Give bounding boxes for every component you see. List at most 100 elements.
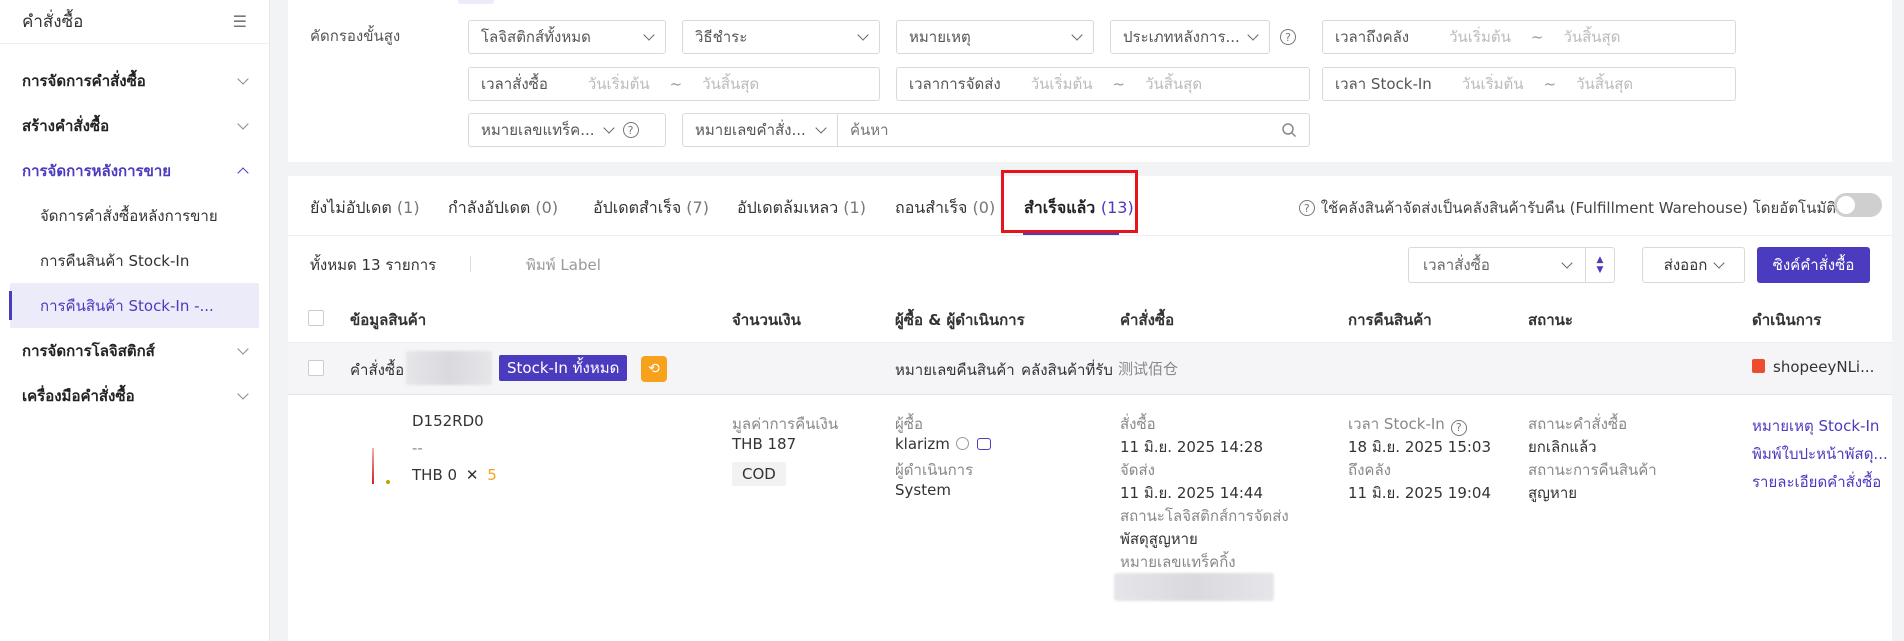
chevron-down-icon xyxy=(237,117,249,130)
order-number-redacted xyxy=(406,351,492,385)
col-product-info: ข้อมูลสินค้า xyxy=(350,311,427,329)
stockin-all-badge: Stock-In ทั้งหมด xyxy=(499,355,628,381)
product-sku: D152RD0 xyxy=(412,412,484,430)
chevron-down-icon xyxy=(1713,257,1725,269)
shopee-icon xyxy=(1752,359,1765,373)
product-price: THB 0 ✕ 5 xyxy=(412,466,497,484)
print-shipping-label-link[interactable]: พิมพ์ใบปะหน้าพัสดุ... xyxy=(1752,442,1888,466)
sort-field-select[interactable]: เวลาสั่งซื้อ xyxy=(1408,247,1586,283)
order-group-row: คำสั่งซื้อ Stock-In ทั้งหมด ⟲ หมายเลขคืน… xyxy=(288,343,1892,395)
chevron-down-icon xyxy=(602,122,615,134)
buyer-name: klarizm xyxy=(895,435,991,453)
after-sales-type-select[interactable]: ประเภทหลังการ... xyxy=(1110,20,1270,54)
return-icon[interactable]: ⟲ xyxy=(641,356,667,382)
collapse-menu-icon[interactable]: ☰ xyxy=(233,12,247,31)
sidebar-header: คำสั่งซื้อ ☰ xyxy=(0,0,269,44)
sort-down-icon: ▼ xyxy=(1596,265,1604,275)
product-image xyxy=(370,448,390,484)
receiving-warehouse-label: คลังสินค้าที่รับ xyxy=(1021,361,1113,379)
results-panel: ยังไม่อัปเดต (1) กำลังอัปเดต (0) อัปเดตส… xyxy=(288,170,1892,641)
chat-icon[interactable] xyxy=(976,438,991,450)
tab-not-updated[interactable]: ยังไม่อัปเดต (1) xyxy=(310,196,420,221)
help-icon[interactable]: ? xyxy=(1280,29,1296,45)
tracking-number-redacted xyxy=(1114,573,1274,601)
stockin-time-range[interactable]: เวลา Stock-In วันเริ่มต้น ~ วันสิ้นสุด xyxy=(1322,67,1736,101)
logistics-select[interactable]: โลจิสติกส์ทั้งหมด xyxy=(468,20,666,54)
help-icon[interactable]: ? xyxy=(1298,200,1315,216)
ordered-time: 11 มิ.ย. 2025 14:28 xyxy=(1120,438,1264,456)
operator-name: System xyxy=(895,481,951,499)
arrive-label: ถึงคลัง xyxy=(1348,461,1391,479)
status-tabs: ยังไม่อัปเดต (1) กำลังอัปเดต (0) อัปเดตส… xyxy=(288,170,1892,236)
return-status: สูญหาย xyxy=(1528,484,1578,502)
shop-name: shopeeyNLi... xyxy=(1752,358,1874,376)
operator-label: ผู้ดำเนินการ xyxy=(895,461,974,479)
warehouse-time-range[interactable]: เวลาถึงคลัง วันเริ่มต้น ~ วันสิ้นสุด xyxy=(1322,20,1736,54)
export-button[interactable]: ส่งออก xyxy=(1642,247,1745,283)
tracking-type-select[interactable]: หมายเลขแทร็ค...? xyxy=(468,113,666,147)
highlight-box xyxy=(1001,170,1138,233)
chevron-down-icon xyxy=(857,29,869,41)
note-select[interactable]: หมายเหตุ xyxy=(896,20,1094,54)
refund-value: THB 187 xyxy=(732,435,797,453)
order-time-range[interactable]: เวลาสั่งซื้อ วันเริ่มต้น ~ วันสิ้นสุด xyxy=(468,67,880,101)
col-return: การคืนสินค้า xyxy=(1348,311,1432,329)
col-buyer-operator: ผู้ซื้อ & ผู้ดำเนินการ xyxy=(895,311,1025,329)
order-status-label: สถานะคำสั่งซื้อ xyxy=(1528,415,1628,433)
chevron-down-icon xyxy=(237,387,249,400)
tab-update-success[interactable]: อัปเดตสำเร็จ (7) xyxy=(593,196,709,221)
tab-update-failed[interactable]: อัปเดตล้มเหลว (1) xyxy=(737,196,866,221)
sidebar-subitem-stockin-return[interactable]: การคืนสินค้า Stock-In xyxy=(0,238,269,283)
user-icon[interactable] xyxy=(955,437,969,450)
sort-order-button[interactable]: ▲ ▼ xyxy=(1585,247,1615,283)
sync-orders-button[interactable]: ซิงค์คำสั่งซื้อ xyxy=(1757,247,1870,283)
search-icon[interactable] xyxy=(1281,122,1297,138)
chevron-down-icon xyxy=(1561,257,1573,269)
order-status: ยกเลิกแล้ว xyxy=(1528,438,1597,456)
sidebar-item-logistics[interactable]: การจัดการโลจิสติกส์ xyxy=(0,328,269,373)
sidebar-item-order-tools[interactable]: เครื่องมือคำสั่งซื้อ xyxy=(0,373,269,418)
sidebar-subitem-after-sales-orders[interactable]: จัดการคำสั่งซื้อหลังการขาย xyxy=(0,193,269,238)
receiving-warehouse-name: 测试佰仓 xyxy=(1118,360,1179,378)
sidebar-item-order-management[interactable]: การจัดการคำสั่งซื้อ xyxy=(0,58,269,103)
tab-withdraw-success[interactable]: ถอนสำเร็จ (0) xyxy=(895,196,995,221)
print-label-button[interactable]: พิมพ์ Label xyxy=(526,253,601,277)
logistics-status-label: สถานะโลจิสติกส์การจัดส่ง xyxy=(1120,507,1289,525)
refund-label: มูลค่าการคืนเงิน xyxy=(732,415,839,433)
filter-tab-indicator xyxy=(458,0,494,4)
sidebar-item-create-order[interactable]: สร้างคำสั่งซื้อ xyxy=(0,103,269,148)
col-status: สถานะ xyxy=(1528,311,1573,329)
sidebar: คำสั่งซื้อ ☰ การจัดการคำสั่งซื้อ สร้างคำ… xyxy=(0,0,270,641)
row-checkbox[interactable] xyxy=(308,360,324,376)
stockin-note-link[interactable]: หมายเหตุ Stock-In xyxy=(1752,414,1879,438)
chevron-down-icon xyxy=(1247,29,1259,41)
advanced-filter-label: คัดกรองขั้นสูง xyxy=(310,27,401,45)
auto-fulfillment-setting: ? ใช้คลังสินค้าจัดส่งเป็นคลังสินค้ารับคืน… xyxy=(1298,196,1836,220)
shipped-label: จัดส่ง xyxy=(1120,461,1156,479)
payment-select[interactable]: วิธีชำระ xyxy=(682,20,880,54)
order-number-type-select[interactable]: หมายเลขคำสั่ง... xyxy=(683,114,838,146)
sidebar-item-after-sales[interactable]: การจัดการหลังการขาย xyxy=(0,148,269,193)
chevron-down-icon xyxy=(237,72,249,85)
order-details-link[interactable]: รายละเอียดคำสั่งซื้อ xyxy=(1752,470,1881,494)
sidebar-subitem-stockin-return-selected[interactable]: การคืนสินค้า Stock-In -... xyxy=(9,283,259,328)
chevron-down-icon xyxy=(815,122,827,134)
help-icon[interactable]: ? xyxy=(1450,419,1467,436)
order-number-label: คำสั่งซื้อ xyxy=(350,361,405,379)
shipped-time: 11 มิ.ย. 2025 14:44 xyxy=(1120,484,1264,502)
help-icon[interactable]: ? xyxy=(622,122,639,138)
arrive-time: 11 มิ.ย. 2025 19:04 xyxy=(1348,484,1492,502)
return-number-label: หมายเลขคืนสินค้า xyxy=(895,361,1015,379)
search-input[interactable] xyxy=(838,114,1281,146)
select-all-checkbox[interactable] xyxy=(308,310,324,326)
total-count: ทั้งหมด 13 รายการ xyxy=(310,256,437,274)
payment-badge: COD xyxy=(732,462,786,486)
stockin-time: 18 มิ.ย. 2025 15:03 xyxy=(1348,438,1492,456)
ship-time-range[interactable]: เวลาการจัดส่ง วันเริ่มต้น ~ วันสิ้นสุด xyxy=(896,67,1310,101)
tab-updating[interactable]: กำลังอัปเดต (0) xyxy=(448,196,558,221)
chevron-down-icon xyxy=(643,29,655,41)
toolbar-divider xyxy=(470,256,471,272)
col-actions: ดำเนินการ xyxy=(1752,311,1822,329)
chevron-down-icon xyxy=(237,342,249,355)
auto-fulfillment-toggle[interactable] xyxy=(1834,193,1882,217)
